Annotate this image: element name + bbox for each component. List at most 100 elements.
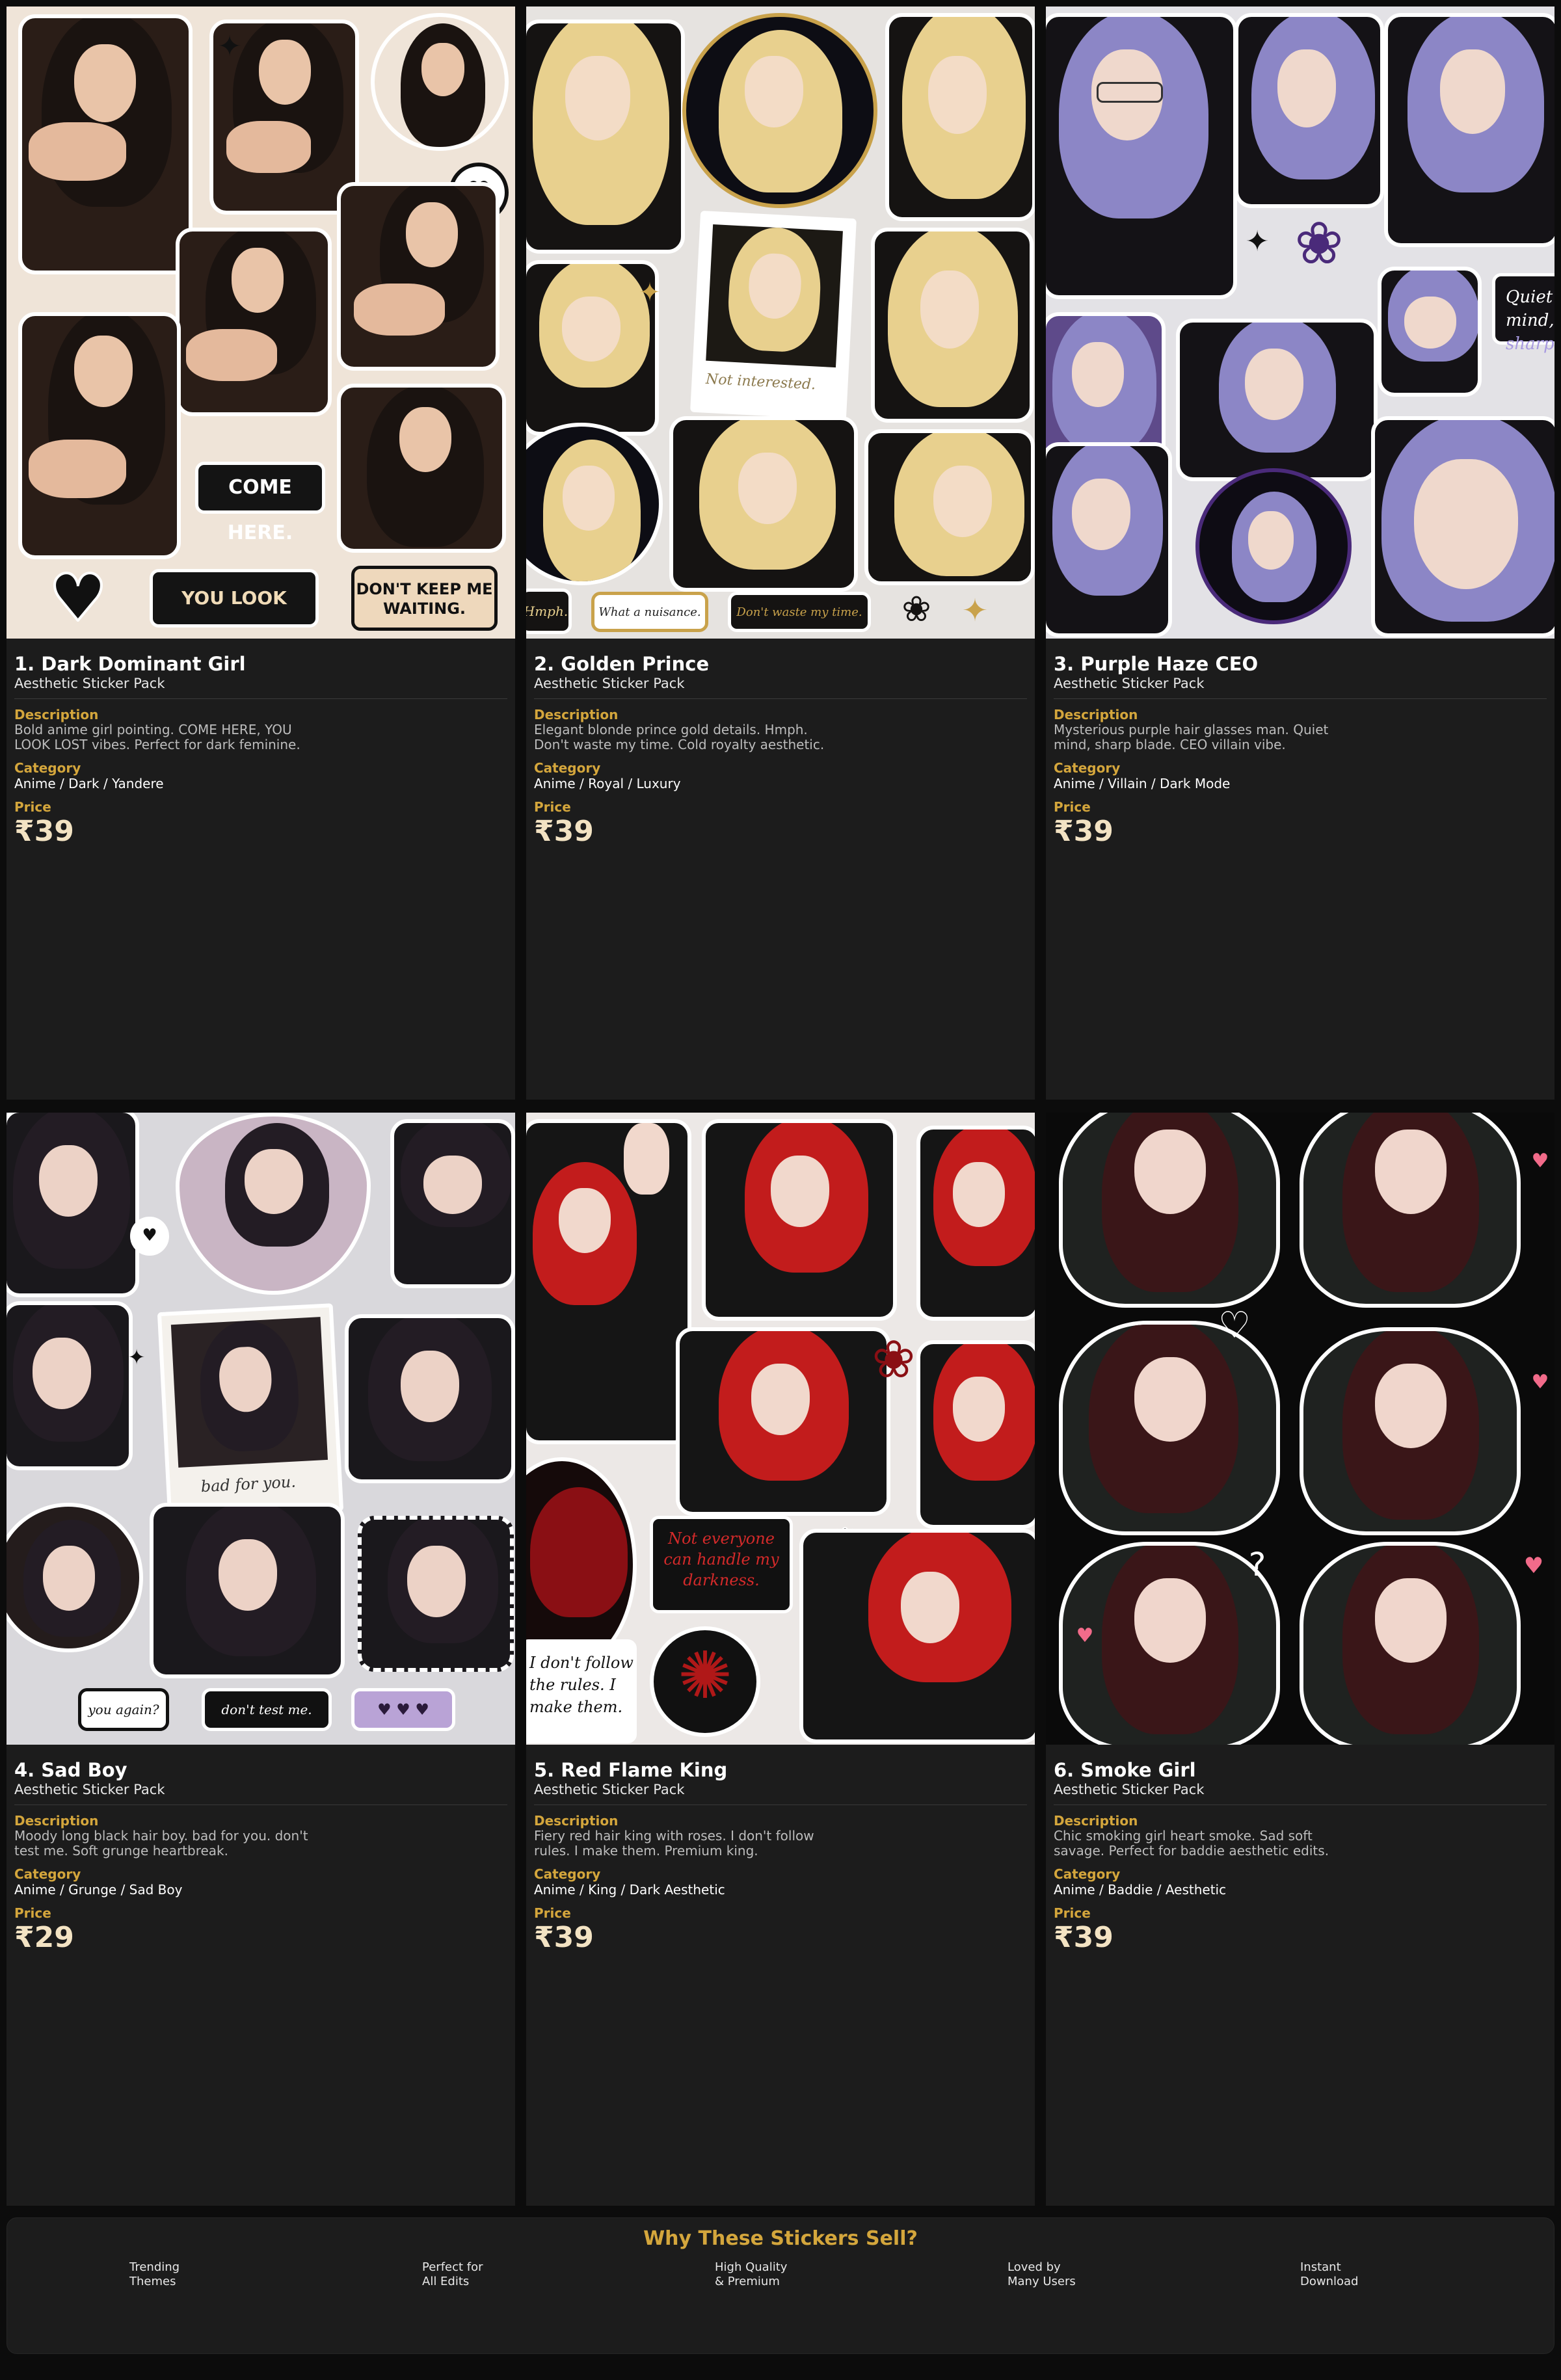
category-label: Category (1054, 1866, 1121, 1882)
sticker-red-king (916, 1340, 1035, 1529)
sticker-smoke-girl (1300, 1113, 1521, 1308)
sticker-smoke-girl (1300, 1327, 1521, 1535)
sticker-purple-ceo (1384, 13, 1554, 247)
description-label: Description (14, 1813, 99, 1829)
product-card[interactable]: ♥ ✦ bad for you. you again? don't test m… (7, 1113, 515, 2206)
heart-icon: ♥ (1531, 1371, 1549, 1394)
product-category: Anime / King / Dark Aesthetic (534, 1882, 725, 1897)
product-title: 1. Dark Dominant Girl (14, 653, 246, 675)
sticker-sad-boy (358, 1516, 514, 1672)
sticker-sheet-image[interactable]: ♥ ✦ bad for you. you again? don't test m… (7, 1113, 515, 1745)
dont-test-me-sticker: don't test me. (202, 1688, 332, 1731)
heart-icon: ♥ (142, 1226, 157, 1245)
category-label: Category (1054, 760, 1121, 776)
you-look-lost-sticker: YOU LOOK LOST. (150, 569, 319, 628)
product-subtitle: Aesthetic Sticker Pack (1054, 675, 1547, 699)
sticker-sheet-image[interactable]: ✦ ♥ COME HERE. (7, 7, 515, 639)
sticker-round-portrait (371, 13, 509, 151)
category-label: Category (534, 760, 601, 776)
product-card[interactable]: ❀ Not everyone can handle my darkness. ♛… (526, 1113, 1035, 2206)
dont-waste-my-time-sticker: Don't waste my time. (728, 592, 871, 632)
sticker-blonde-prince (526, 20, 685, 254)
sticker-blonde-prince (885, 13, 1035, 221)
product-subtitle: Aesthetic Sticker Pack (1054, 1781, 1547, 1805)
dont-follow-rules-sticker: I don't follow the rules. I make them. (526, 1639, 637, 1743)
sticker-smoke-girl (1059, 1113, 1280, 1308)
rose-icon: ❀ (872, 1329, 916, 1390)
polaroid-sticker: Not interested. (690, 210, 857, 421)
product-price: ₹39 (1054, 1921, 1114, 1954)
not-interested-caption: Not interested. (705, 371, 816, 393)
price-label: Price (1054, 1905, 1091, 1921)
hearts-sticker: ♥ ♥ ♥ (351, 1688, 455, 1731)
sticker-purple-ceo (1234, 13, 1384, 208)
sticker-girl-pointing (337, 182, 500, 371)
sticker-round-prince (526, 423, 663, 585)
sticker-sheet-image[interactable]: ✦ Not interested. Hmph. What a nuisance.… (526, 7, 1035, 639)
product-description: Chic smoking girl heart smoke. Sad soft … (1054, 1828, 1329, 1858)
heart-icon: ♥ (1531, 1150, 1549, 1172)
sticker-sad-boy-peace (345, 1314, 515, 1483)
sticker-sad-boy-thinking (150, 1503, 345, 1678)
product-price: ₹39 (534, 1921, 594, 1954)
dont-keep-me-waiting-sticker: DON'T KEEP ME WAITING. (351, 566, 498, 631)
sparkle-icon: ✦ (1245, 225, 1270, 258)
product-card[interactable]: ♥ ♡ ♥ ♥ ? ♥ 6. Smoke Girl Aesthetic Stic… (1046, 1113, 1554, 2206)
price-label: Price (1054, 799, 1091, 815)
red-emblem-sticker: ✺ (650, 1626, 760, 1737)
sun-emblem-icon: ✺ (678, 1637, 732, 1713)
sticker-red-king-thinking (676, 1327, 890, 1516)
product-title: 2. Golden Prince (534, 653, 710, 675)
sticker-sheet-image[interactable]: ✦ ❀ Quiet mind, sharp (1046, 7, 1554, 639)
sticker-purple-ceo-closeup (1371, 416, 1554, 637)
why-title: Why These Stickers Sell? (643, 2227, 918, 2250)
description-label: Description (1054, 1813, 1138, 1829)
sticker-smoke-girl (1059, 1321, 1280, 1535)
what-a-nuisance-sticker: What a nuisance. (591, 592, 708, 632)
sticker-sad-boy (7, 1301, 133, 1470)
product-grid: ✦ ♥ COME HERE. (7, 7, 1554, 2206)
product-category: Anime / Grunge / Sad Boy (14, 1882, 183, 1897)
product-category: Anime / Baddie / Aesthetic (1054, 1882, 1227, 1897)
sticker-blonde-prince (864, 429, 1035, 585)
product-category: Anime / Royal / Luxury (534, 776, 681, 791)
category-label: Category (14, 1866, 81, 1882)
sticker-girl-pointing (18, 312, 181, 559)
product-card[interactable]: ✦ ❀ Quiet mind, sharp 3. Purple Haze CEO… (1046, 7, 1554, 1100)
sticker-sheet-image[interactable]: ♥ ♡ ♥ ♥ ? ♥ (1046, 1113, 1554, 1745)
category-label: Category (14, 760, 81, 776)
sticker-round-sad-boy (7, 1503, 143, 1652)
sticker-purple-ceo (1046, 13, 1237, 299)
product-card[interactable]: ✦ ♥ COME HERE. (7, 7, 515, 1100)
sticker-chibi-sad-boy (390, 1119, 515, 1288)
sticker-sheet-image[interactable]: ❀ Not everyone can handle my darkness. ♛… (526, 1113, 1035, 1745)
product-price: ₹29 (14, 1921, 74, 1954)
heart-bubble-sticker: ♥ (130, 1217, 169, 1256)
product-description: Fiery red hair king with roses. I don't … (534, 1828, 814, 1858)
sticker-purple-ceo-thinking (1176, 319, 1378, 481)
sparkle-icon: ✦ (639, 278, 661, 308)
sparkle-icon: ✦ (961, 592, 989, 629)
sticker-blonde-prince (871, 228, 1034, 423)
heart-frame-sticker (176, 1113, 371, 1295)
sticker-sad-boy (7, 1113, 139, 1297)
sticker-blonde-prince (669, 416, 858, 592)
smoke-heart-icon: ♡ (1218, 1304, 1251, 1347)
sticker-girl-pointing (18, 14, 193, 274)
product-card[interactable]: ✦ Not interested. Hmph. What a nuisance.… (526, 7, 1035, 1100)
price-label: Price (14, 1905, 51, 1921)
sticker-red-king (702, 1119, 897, 1321)
sticker-red-king-wave (526, 1119, 691, 1444)
product-category: Anime / Villain / Dark Mode (1054, 776, 1231, 791)
sticker-purple-ceo (1046, 442, 1172, 637)
product-subtitle: Aesthetic Sticker Pack (534, 1781, 1027, 1805)
quiet-mind-sticker: Quiet mind, sharp (1492, 273, 1554, 354)
category-label: Category (534, 1866, 601, 1882)
hmph-sticker: Hmph. (526, 588, 572, 634)
product-title: 6. Smoke Girl (1054, 1759, 1196, 1781)
feature-high-quality: High Quality & Premium (715, 2260, 788, 2288)
product-category: Anime / Dark / Yandere (14, 776, 164, 791)
you-again-sticker: you again? (78, 1688, 169, 1731)
product-subtitle: Aesthetic Sticker Pack (534, 675, 1027, 699)
description-label: Description (1054, 707, 1138, 722)
